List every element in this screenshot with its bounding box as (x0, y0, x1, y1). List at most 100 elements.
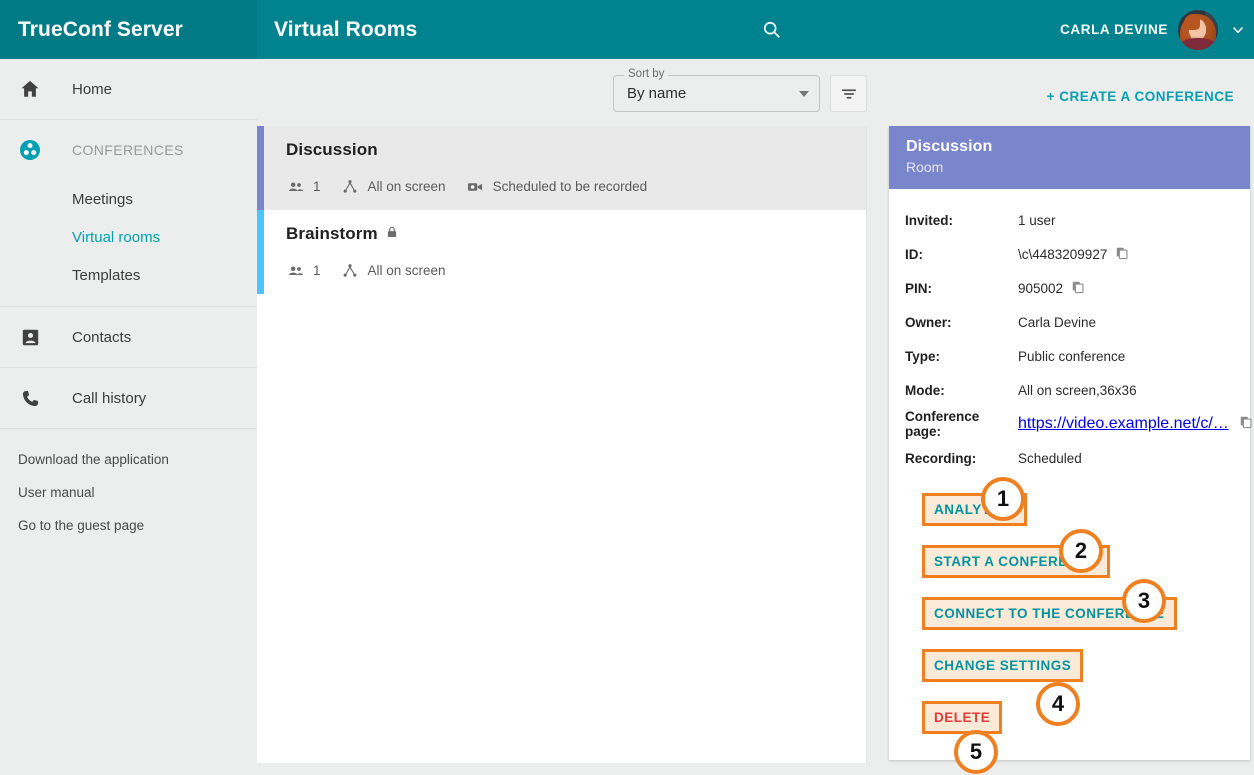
sidebar-label-conferences: CONFERENCES (72, 142, 184, 158)
sidebar-link-guest-page[interactable]: Go to the guest page (0, 509, 257, 542)
list-item[interactable]: Discussion 1 All on screen Scheduled to … (257, 126, 866, 210)
detail-value-invited: 1 user (1018, 212, 1056, 228)
detail-value-recording: Scheduled (1018, 450, 1082, 466)
detail-value-mode: All on screen,36x36 (1018, 382, 1137, 398)
topology-icon (341, 177, 360, 196)
detail-header: Discussion Room (889, 126, 1250, 189)
list-item-color-bar (257, 126, 264, 210)
detail-value-pin-wrap: 905002 (1018, 280, 1085, 297)
toolbar: Sort by By name + CREATE A CONFERENCE (257, 59, 1254, 126)
contact-card-icon (18, 325, 42, 349)
conference-page-link[interactable]: https://video.example.net/c/… (1018, 415, 1229, 433)
sort-by-select[interactable]: Sort by By name (613, 68, 820, 112)
sidebar-item-virtual-rooms[interactable]: Virtual rooms (0, 218, 257, 256)
conference-detail-panel: Discussion Room Invited: 1 user ID: \c\4… (889, 126, 1252, 760)
detail-value-pin: 905002 (1018, 280, 1064, 296)
create-conference-button[interactable]: + CREATE A CONFERENCE (1039, 83, 1242, 110)
conference-group-icon (18, 138, 42, 162)
sidebar-item-call-history[interactable]: Call history (0, 368, 257, 428)
group-icon (286, 177, 305, 196)
detail-title: Discussion (906, 138, 993, 155)
meta-participants-text: 1 (313, 263, 321, 278)
sort-by-legend: Sort by (624, 68, 669, 80)
detail-label-id: ID: (905, 246, 923, 262)
meta-mode: All on screen (341, 261, 446, 280)
detail-row-recording: Recording: Scheduled (905, 441, 1250, 475)
delete-button[interactable]: DELETE (922, 701, 1003, 734)
user-name: CARLA DEVINE (1060, 22, 1168, 37)
topology-icon (341, 261, 360, 280)
change-settings-button[interactable]: CHANGE SETTINGS (922, 649, 1084, 682)
detail-value-conference-page-wrap: https://video.example.net/c/… (1018, 415, 1252, 434)
sidebar-item-conferences[interactable]: CONFERENCES (0, 120, 257, 180)
detail-row-type: Type: Public conference (905, 339, 1250, 373)
sidebar-section-conferences: CONFERENCES Meetings Virtual rooms Templ… (0, 120, 257, 307)
chevron-down-icon (799, 90, 809, 97)
action-wrap-connect-conference: CONNECT TO THE CONFERENCE (905, 597, 1250, 649)
detail-row-id: ID: \c\4483209927 (905, 237, 1250, 271)
sidebar-item-meetings[interactable]: Meetings (0, 180, 257, 218)
user-menu[interactable]: CARLA DEVINE (1060, 0, 1246, 59)
chevron-down-icon (1233, 26, 1243, 33)
list-item-meta: 1 All on screen (286, 261, 866, 280)
detail-row-owner: Owner: Carla Devine (905, 305, 1250, 339)
app-root: TrueConf Server Virtual Rooms CARLA DEVI… (0, 0, 1254, 775)
meta-mode: All on screen (341, 177, 446, 196)
detail-value-type: Public conference (1018, 348, 1126, 364)
lock-icon (385, 224, 399, 244)
filter-button[interactable] (830, 75, 867, 112)
copy-icon[interactable] (1071, 280, 1085, 297)
brand-logo[interactable]: TrueConf Server (0, 0, 257, 59)
copy-icon[interactable] (1239, 415, 1253, 434)
annotation-badge-5: 5 (954, 730, 998, 774)
list-item-title-row: Brainstorm (286, 224, 866, 244)
detail-value-id: \c\4483209927 (1018, 246, 1108, 262)
detail-subtitle: Room (906, 159, 944, 175)
sidebar-item-home[interactable]: Home (0, 59, 257, 119)
detail-label-conference-page: Conference page: (905, 409, 980, 439)
sidebar-section-home: Home (0, 59, 257, 120)
detail-value-id-wrap: \c\4483209927 (1018, 246, 1129, 263)
sidebar-item-contacts[interactable]: Contacts (0, 307, 257, 367)
page-title: Virtual Rooms (274, 17, 418, 41)
detail-row-pin: PIN: 905002 (905, 271, 1250, 305)
detail-row-invited: Invited: 1 user (905, 203, 1250, 237)
list-item-title: Discussion (286, 140, 378, 159)
avatar (1178, 9, 1218, 50)
sidebar-item-templates[interactable]: Templates (0, 256, 257, 294)
phone-icon (18, 386, 42, 410)
copy-icon[interactable] (1115, 246, 1129, 263)
sidebar-label-virtual-rooms: Virtual rooms (72, 228, 161, 246)
annotation-badge-3: 3 (1122, 579, 1166, 623)
list-item-color-bar (257, 210, 264, 294)
sidebar: Home CONFERENCES Meetings Virtual rooms … (0, 59, 257, 775)
annotation-badge-4: 4 (1036, 682, 1080, 726)
sidebar-label-meetings: Meetings (72, 190, 133, 208)
detail-label-pin: PIN: (905, 280, 932, 296)
meta-participants: 1 (286, 177, 321, 196)
sort-by-value: By name (627, 85, 687, 102)
sidebar-label-home: Home (72, 80, 113, 98)
sidebar-links: Download the application User manual Go … (0, 429, 257, 542)
search-icon (763, 21, 780, 38)
sidebar-label-contacts: Contacts (72, 328, 132, 346)
meta-participants: 1 (286, 261, 321, 280)
sidebar-link-user-manual[interactable]: User manual (0, 476, 257, 509)
list-item[interactable]: Brainstorm 1 All on screen (257, 210, 866, 294)
meta-mode-text: All on screen (367, 263, 446, 278)
list-item-title: Brainstorm (286, 224, 378, 243)
list-item-meta: 1 All on screen (286, 177, 866, 196)
video-camera-icon (466, 177, 485, 196)
top-bar: TrueConf Server Virtual Rooms CARLA DEVI… (0, 0, 1254, 59)
detail-body: Invited: 1 user ID: \c\4483209927 PIN: 9… (889, 189, 1252, 753)
detail-label-type: Type: (905, 348, 941, 364)
detail-label-recording: Recording: (905, 450, 977, 466)
sidebar-link-download-app[interactable]: Download the application (0, 443, 257, 476)
detail-label-mode: Mode: (905, 382, 945, 398)
list-item-title-row: Discussion (286, 140, 866, 160)
sidebar-section-contacts: Contacts (0, 307, 257, 368)
sidebar-label-templates: Templates (72, 266, 141, 284)
detail-row-mode: Mode: All on screen,36x36 (905, 373, 1250, 407)
home-icon (18, 77, 42, 101)
search-button[interactable] (756, 14, 786, 44)
